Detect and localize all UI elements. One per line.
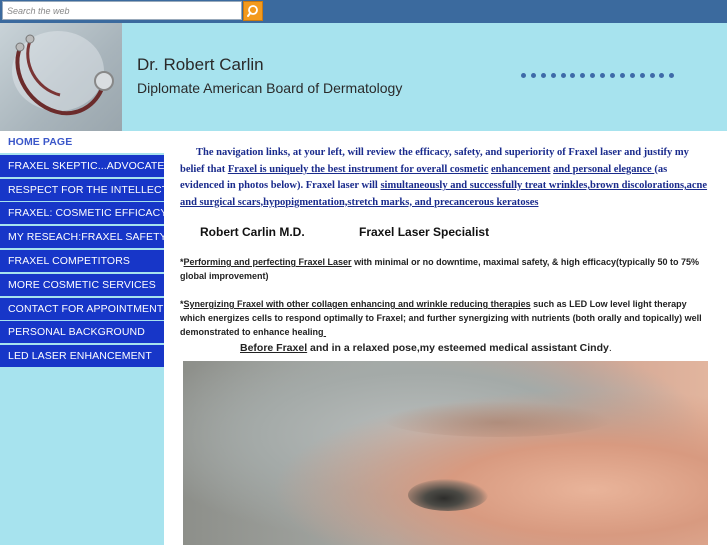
dot-icon xyxy=(570,73,576,78)
dot-icon xyxy=(619,73,625,78)
nav-item-contact-for-appointment[interactable]: CONTACT FOR APPOINTMENT xyxy=(0,297,164,320)
search-icon xyxy=(247,5,258,17)
nav-item-led-laser-enhancement[interactable]: LED LASER ENHANCEMENT xyxy=(0,345,164,368)
nav-item-more-cosmetic-services[interactable]: MORE COSMETIC SERVICES xyxy=(0,273,164,296)
dot-icon xyxy=(580,73,586,78)
dot-icon xyxy=(600,73,606,78)
dot-icon xyxy=(649,73,655,78)
link-fraxel-best-instrument[interactable]: Fraxel is uniquely the best instrument f… xyxy=(228,164,489,175)
performing-heading: Performing and perfecting Fraxel Laser xyxy=(183,257,352,267)
caption-period: . xyxy=(608,342,612,354)
decorative-dots xyxy=(521,73,675,78)
link-treat-wrinkles[interactable]: simultaneously and successfully treat wr… xyxy=(380,180,707,191)
search-input[interactable] xyxy=(2,1,242,20)
dot-icon xyxy=(530,73,536,78)
nav-item-home-page[interactable]: HOME PAGE xyxy=(0,131,164,153)
dot-icon xyxy=(560,73,566,78)
signature-name: Robert Carlin M.D. xyxy=(200,225,305,239)
photo-caption: Before Fraxel and in a relaxed pose,my e… xyxy=(240,342,612,354)
dot-icon xyxy=(590,73,596,78)
link-personal-elegance[interactable]: and personal elegance xyxy=(553,164,654,175)
dot-icon xyxy=(550,73,556,78)
synergizing-paragraph: *Synergizing Fraxel with other collagen … xyxy=(180,297,712,339)
link-enhancement[interactable]: enhancement xyxy=(491,164,551,175)
stethoscope-image xyxy=(0,23,122,131)
nav-item-respect-for-the-intellect[interactable]: RESPECT FOR THE INTELLECT xyxy=(0,178,168,201)
trailing-underline xyxy=(324,327,327,337)
nav-item-fraxel-skeptic-advocate[interactable]: FRAXEL SKEPTIC...ADVOCATE xyxy=(0,154,164,177)
nav-item-fraxel-cosmetic-efficacy[interactable]: FRAXEL: COSMETIC EFFICACY xyxy=(0,202,167,225)
dot-icon xyxy=(540,73,546,78)
search-button[interactable] xyxy=(243,1,263,21)
before-fraxel-photo xyxy=(183,361,708,545)
caption-text: and in a relaxed pose,my esteemed medica… xyxy=(307,342,609,354)
signature-role: Fraxel Laser Specialist xyxy=(359,225,490,239)
site-header: Dr. Robert Carlin Diplomate American Boa… xyxy=(0,23,727,131)
caption-before-fraxel: Before Fraxel xyxy=(240,342,308,354)
dot-icon xyxy=(610,73,616,78)
top-search-bar xyxy=(0,0,727,23)
performing-paragraph: *Performing and perfecting Fraxel Laser … xyxy=(180,255,712,283)
synergizing-heading: Synergizing Fraxel with other collagen e… xyxy=(183,299,531,309)
link-scars-keratoses[interactable]: and surgical scars,hypopigmentation,stre… xyxy=(180,197,538,208)
dot-icon xyxy=(669,73,675,78)
sidebar-nav: HOME PAGE FRAXEL SKEPTIC...ADVOCATE RESP… xyxy=(0,131,168,545)
nav-item-personal-background[interactable]: PERSONAL BACKGROUND xyxy=(0,321,164,344)
nav-item-my-research-fraxel-safety[interactable]: MY RESEACH:FRAXEL SAFETY xyxy=(0,226,167,249)
nav-item-fraxel-competitors[interactable]: FRAXEL COMPETITORS xyxy=(0,249,164,272)
photo-brow-area xyxy=(383,401,613,437)
dot-icon xyxy=(629,73,635,78)
dot-icon xyxy=(521,73,526,78)
dot-icon xyxy=(639,73,645,78)
site-subtitle: Diplomate American Board of Dermatology xyxy=(137,80,403,96)
dot-icon xyxy=(659,73,665,78)
site-title: Dr. Robert Carlin xyxy=(137,55,264,74)
photo-eye-area xyxy=(408,479,488,511)
intro-paragraph: The navigation links, at your left, will… xyxy=(180,145,712,211)
